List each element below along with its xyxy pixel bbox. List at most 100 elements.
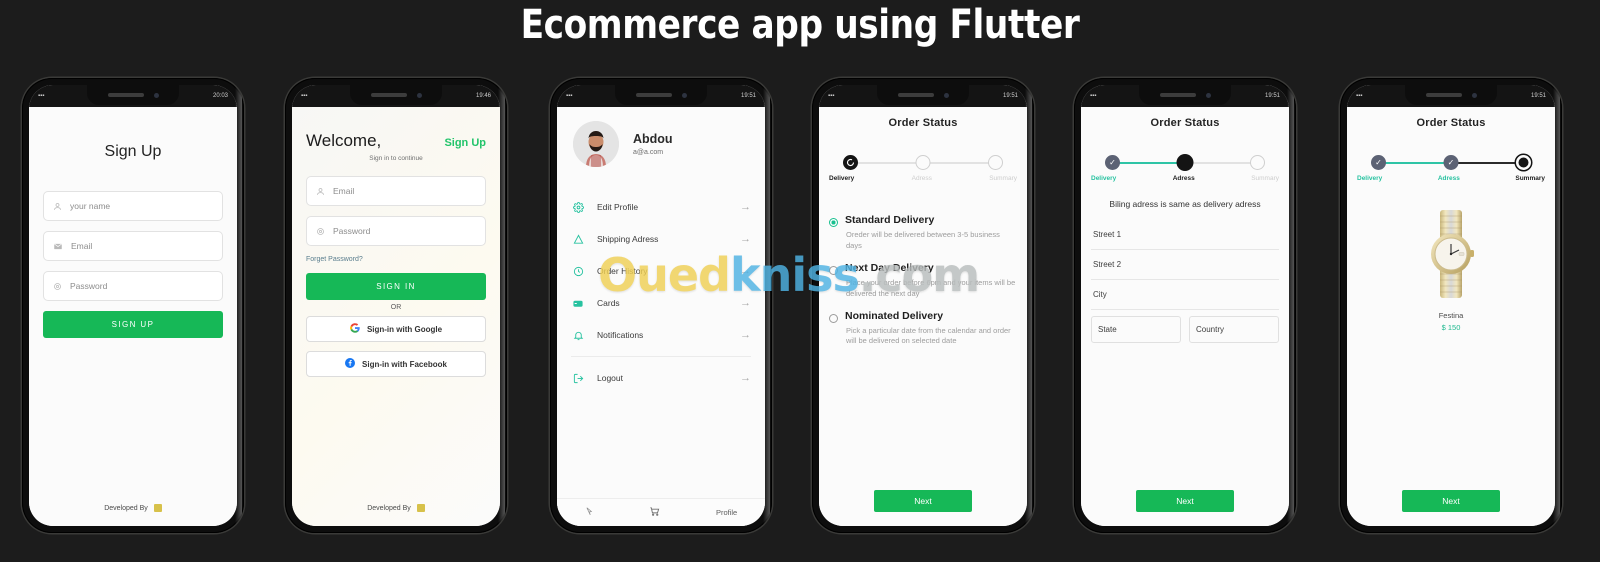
menu-item-cards[interactable]: Cards → [557,287,765,319]
street1-field[interactable]: Street 1 [1091,220,1279,251]
street2-field[interactable]: Street 2 [1091,250,1279,281]
password-field[interactable]: Password [306,216,486,246]
step-label-delivery: Delivery [1357,175,1383,182]
radio-nextday[interactable] [829,265,838,275]
password-placeholder: Password [70,281,108,291]
order-stepper: ✓ ✓ [1363,155,1539,171]
email-field[interactable]: Email [43,231,223,261]
welcome-heading: Welcome, [306,131,382,150]
city-field[interactable]: City [1091,280,1279,311]
developer-logo-icon [416,504,425,512]
delivery-option-nominated[interactable]: Nominated Delivery Pick a particular dat… [829,310,1017,348]
menu-item-edit-profile[interactable]: Edit Profile → [557,191,765,223]
status-time: 20:03 [212,93,228,99]
step-node-summary[interactable] [1250,155,1265,170]
stepper-labels: Delivery Adress Summary [829,175,1017,182]
signup-title: Sign Up [104,143,162,160]
option-description: Oreder will be delivered between 3-5 bus… [846,230,1000,250]
status-signal: ▪▪▪ [566,93,573,99]
signup-link[interactable]: Sign Up [444,137,486,149]
profile-menu: Edit Profile → Shipping Adress → Order H… [557,191,765,394]
option-description: Pick a particular date from the calendar… [846,325,1011,346]
developed-by-label: Developed By [367,504,411,512]
phone-mockups-row: ▪▪▪ 20:03 Sign Up your name Email Passwo… [0,78,1600,540]
phone-signup: ▪▪▪ 20:03 Sign Up your name Email Passwo… [22,78,244,533]
phone-order-delivery: ▪▪▪ 19:51 Order Status Delivery Adress S… [812,78,1034,533]
next-button[interactable]: Next [1402,490,1500,512]
email-field[interactable]: Email [306,176,486,206]
forget-password-link[interactable]: Forget Password? [306,256,486,263]
password-field[interactable]: Password [43,271,223,301]
signup-button[interactable]: SIGN UP [43,311,223,338]
country-field[interactable]: Country [1189,316,1279,344]
stepper-labels: Delivery Adress Summary [1357,175,1545,182]
person-icon [316,187,325,196]
stepper-line-done [1111,162,1185,164]
notch [87,85,179,105]
notch [1405,85,1497,105]
state-field[interactable]: State [1091,316,1181,344]
developed-by-footer: Developed By [29,504,237,512]
name-field[interactable]: your name [43,191,223,221]
step-node-adress[interactable] [1176,154,1194,171]
profile-screen: Abdou a@a.com Edit Profile → Shipping Ad… [557,107,765,526]
status-time: 19:46 [475,93,491,99]
menu-item-notifications[interactable]: Notifications → [557,319,765,351]
product-summary: Festina $ 150 [1347,208,1555,332]
lock-icon [53,282,62,291]
radio-standard[interactable] [829,218,838,227]
email-placeholder: Email [333,186,355,196]
next-button[interactable]: Next [874,490,972,512]
next-button[interactable]: Next [1136,490,1234,512]
developed-by-footer: Developed By [292,504,500,512]
bottom-navigation: Profile [557,498,765,526]
status-bar: ▪▪▪ 19:51 [1347,85,1555,107]
arrow-right-icon: → [740,201,751,213]
menu-item-logout[interactable]: Logout → [557,362,765,394]
nav-cart-button[interactable] [649,506,660,519]
nav-profile-button[interactable]: Profile [716,508,737,517]
google-signin-button[interactable]: Sign-in with Google [306,316,486,342]
arrow-right-icon: → [740,233,751,245]
step-node-delivery[interactable] [843,155,858,170]
location-icon [571,233,585,245]
menu-label: Order History [597,266,648,276]
signup-screen: Sign Up your name Email Password SIGN UP… [29,107,237,526]
menu-label: Logout [597,373,623,383]
status-signal: ▪▪▪ [828,93,835,99]
menu-label: Shipping Adress [597,234,659,244]
nav-home-button[interactable] [585,506,594,519]
step-node-delivery[interactable]: ✓ [1371,155,1386,170]
status-bar: ▪▪▪ 19:51 [557,85,765,107]
step-node-summary[interactable] [1516,155,1531,170]
speaker-icon [1159,93,1196,97]
menu-label: Cards [597,298,620,308]
delivery-option-nextday[interactable]: Next Day Delivery Place your order befor… [829,262,1017,300]
status-signal: ▪▪▪ [38,93,45,99]
notch [877,85,969,105]
delivery-option-standard[interactable]: Standard Delivery Oreder will be deliver… [829,214,1017,252]
step-label-summary: Summary [1515,175,1545,182]
facebook-signin-button[interactable]: Sign-in with Facebook [306,351,486,377]
menu-item-order-history[interactable]: Order History → [557,255,765,287]
step-node-summary[interactable] [988,155,1003,170]
phone-order-summary: ▪▪▪ 19:51 Order Status ✓ ✓ Delivery Adre… [1340,78,1562,533]
step-node-adress[interactable]: ✓ [1443,155,1459,170]
signin-button[interactable]: SIGN IN [306,273,486,300]
avatar[interactable] [573,121,619,167]
screenshot-root: Ecommerce app using Flutter ▪▪▪ 20:03 Si… [0,0,1600,562]
step-node-adress[interactable] [915,155,931,170]
status-bar: ▪▪▪ 19:51 [1081,85,1289,107]
watch-image [1423,210,1479,304]
order-stepper [835,155,1011,171]
signin-screen: Welcome, Sign Up Sign in to continue Ema… [292,107,500,526]
name-placeholder: your name [70,201,111,211]
person-icon [53,202,62,211]
email-placeholder: Email [71,241,93,251]
speaker-icon [107,93,144,97]
radio-nominated[interactable] [829,313,838,323]
step-node-delivery[interactable]: ✓ [1105,155,1120,170]
menu-item-shipping-adress[interactable]: Shipping Adress → [557,223,765,255]
camera-icon [943,92,949,98]
password-placeholder: Password [333,226,371,236]
